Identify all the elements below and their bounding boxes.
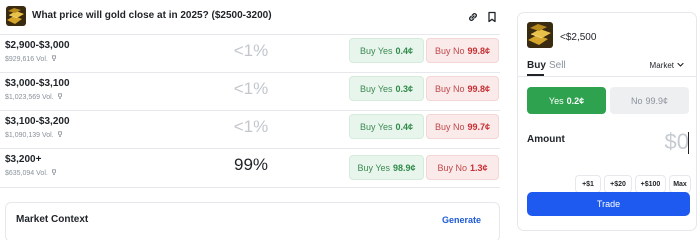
buy-no-button[interactable]: Buy No 99.8¢ [426,38,499,63]
selected-outcome-title: <$2,500 [560,32,597,43]
outcome-volume: $635,094 Vol. [5,169,57,177]
outcome-range: $3,000-$3,100 [5,78,70,89]
buy-no-price: 1.3¢ [469,162,488,173]
buy-yes-label: Buy Yes [359,121,393,132]
outcome-range: $3,100-$3,200 [5,116,70,127]
buy-no-label: Buy No [434,45,465,56]
no-label: No [630,95,643,106]
buy-yes-button[interactable]: Buy Yes 0.3¢ [349,76,424,101]
market-thumbnail [6,6,26,26]
outcome-volume: $929,616 Vol. [5,55,57,63]
buy-no-price: 99.8¢ [467,45,491,56]
volume-text: $1,090,139 Vol. [5,131,54,139]
market-main: What price will gold close at in 2025? (… [0,0,508,240]
quick-add-100-button[interactable]: +$100 [635,175,666,193]
trophy-icon [51,169,57,177]
amount-input[interactable] [609,128,689,156]
generate-button[interactable]: Generate [442,215,481,225]
buy-yes-button[interactable]: Buy Yes 0.4¢ [349,38,424,63]
link-icon[interactable] [467,10,479,22]
tab-divider [518,76,696,77]
buy-yes-price: 0.4¢ [395,45,414,56]
volume-text: $929,616 Vol. [5,55,48,63]
no-price: 99.9¢ [645,95,669,106]
buy-yes-price: 98.9¢ [393,162,416,173]
outcome-chance: <1% [233,79,269,98]
text-caret [688,132,689,154]
buy-no-button[interactable]: Buy No 99.8¢ [426,76,499,101]
amount-label: Amount [527,134,565,145]
quick-add-1-button[interactable]: +$1 [575,175,601,193]
outcome-row[interactable]: $3,200+ $635,094 Vol. 99% Buy Yes 98.9¢ … [0,148,500,188]
yes-outcome-button[interactable]: Yes 0.2¢ [527,87,606,114]
buy-no-label: Buy No [437,162,467,173]
market-title: What price will gold close at in 2025? (… [32,10,272,21]
outcome-volume: $1,023,569 Vol. [5,93,63,101]
yes-label: Yes [548,95,564,106]
chevron-down-icon [677,61,684,70]
outcome-chance: <1% [233,117,269,136]
buy-yes-price: 0.3¢ [395,83,414,94]
trade-panel: <$2,500 Buy Sell Market Yes 0.2¢ No 99.9… [517,12,697,231]
outcome-chance: <1% [233,41,269,60]
buy-no-button[interactable]: Buy No 1.3¢ [426,155,499,180]
buy-yes-button[interactable]: Buy Yes 98.9¢ [349,155,424,180]
buy-no-price: 99.8¢ [467,83,491,94]
tab-buy[interactable]: Buy [527,60,546,71]
buy-no-price: 99.7¢ [467,121,491,132]
no-outcome-button[interactable]: No 99.9¢ [610,87,689,114]
outcome-range: $2,900-$3,000 [5,40,70,51]
trade-button[interactable]: Trade [527,192,690,216]
buy-no-label: Buy No [434,121,465,132]
buy-yes-price: 0.4¢ [395,121,414,132]
trophy-icon [57,131,63,139]
buy-no-label: Buy No [434,83,465,94]
buy-yes-button[interactable]: Buy Yes 0.4¢ [349,114,424,139]
quick-add-20-button[interactable]: +$20 [604,175,632,193]
market-context-card: Market Context Generate [5,202,500,240]
outcome-thumbnail [527,22,553,48]
yes-price: 0.2¢ [566,95,585,106]
buy-yes-label: Buy Yes [359,45,393,56]
outcome-row[interactable]: $2,900-$3,000 $929,616 Vol. <1% Buy Yes … [0,34,500,72]
buy-no-button[interactable]: Buy No 99.7¢ [426,114,499,139]
bookmark-icon[interactable] [486,10,498,23]
buy-yes-label: Buy Yes [359,83,393,94]
outcome-range: $3,200+ [5,154,42,165]
outcome-volume: $1,090,139 Vol. [5,131,63,139]
market-header: What price will gold close at in 2025? (… [0,0,508,34]
order-type-label: Market [649,61,674,70]
outcome-row[interactable]: $3,000-$3,100 $1,023,569 Vol. <1% Buy Ye… [0,72,500,110]
outcome-chance: 99% [233,155,269,174]
volume-text: $635,094 Vol. [5,169,48,177]
max-amount-button[interactable]: Max [669,175,691,193]
outcome-row[interactable]: $3,100-$3,200 $1,090,139 Vol. <1% Buy Ye… [0,110,500,148]
buy-yes-label: Buy Yes [357,162,390,173]
volume-text: $1,023,569 Vol. [5,93,54,101]
trophy-icon [57,93,63,101]
tab-sell[interactable]: Sell [549,60,566,71]
order-type-select[interactable]: Market [650,61,684,70]
market-context-label: Market Context [16,214,89,225]
trophy-icon [51,55,57,63]
